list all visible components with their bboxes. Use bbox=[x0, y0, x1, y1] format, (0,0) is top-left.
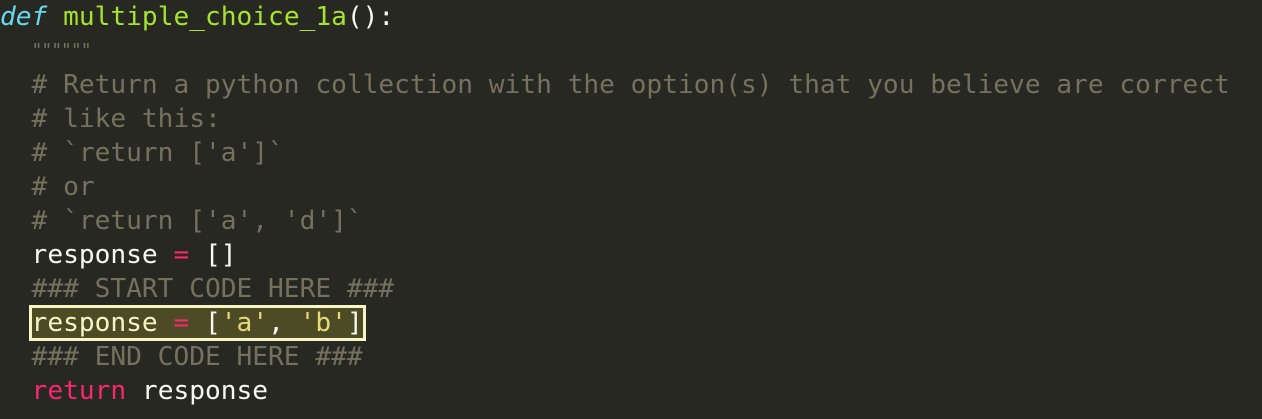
code-line[interactable]: # `return ['a', 'd']` bbox=[0, 204, 1262, 238]
code-token: # `return ['a', 'd']` bbox=[31, 206, 363, 236]
code-token: response bbox=[126, 376, 269, 406]
code-token: # like this: bbox=[31, 104, 221, 134]
code-line[interactable]: ### START CODE HERE ### bbox=[0, 272, 1262, 306]
code-line[interactable]: # Return a python collection with the op… bbox=[0, 68, 1262, 102]
code-token: (): bbox=[346, 2, 395, 32]
code-token: ] bbox=[346, 308, 363, 338]
code-line[interactable]: response = [] bbox=[0, 238, 1262, 272]
code-token: 'a' bbox=[220, 308, 269, 338]
code-line[interactable]: response = ['a', 'b'] bbox=[0, 305, 1262, 341]
code-line[interactable]: # like this: bbox=[0, 102, 1262, 136]
code-token: ### START CODE HERE ### bbox=[31, 274, 395, 304]
code-token: return bbox=[31, 376, 127, 406]
code-token: multiple_choice_1a bbox=[63, 2, 347, 32]
code-line[interactable]: # `return ['a']` bbox=[0, 136, 1262, 170]
code-token: , bbox=[268, 308, 300, 338]
code-token: = bbox=[173, 240, 190, 270]
code-token: """""" bbox=[31, 40, 92, 61]
code-line[interactable]: """""" bbox=[0, 34, 1262, 68]
code-token: response bbox=[31, 308, 174, 338]
code-token: # Return a python collection with the op… bbox=[31, 70, 1230, 100]
code-token: def bbox=[0, 2, 48, 32]
code-token: [ bbox=[189, 308, 221, 338]
highlighted-selection: response = ['a', 'b'] bbox=[28, 305, 366, 341]
code-line[interactable]: ### END CODE HERE ### bbox=[0, 340, 1262, 374]
code-editor[interactable]: def multiple_choice_1a(): """""" # Retur… bbox=[0, 0, 1262, 408]
code-token: # or bbox=[31, 172, 95, 202]
code-line[interactable]: # or bbox=[0, 170, 1262, 204]
code-token: response bbox=[31, 240, 174, 270]
code-token: ### END CODE HERE ### bbox=[31, 342, 363, 372]
code-token: [] bbox=[189, 240, 237, 270]
code-line[interactable]: return response bbox=[0, 374, 1262, 408]
code-token: # `return ['a']` bbox=[31, 138, 284, 168]
code-token: = bbox=[173, 308, 190, 338]
code-token: 'b' bbox=[299, 308, 347, 338]
code-line[interactable]: def multiple_choice_1a(): bbox=[0, 0, 1262, 34]
